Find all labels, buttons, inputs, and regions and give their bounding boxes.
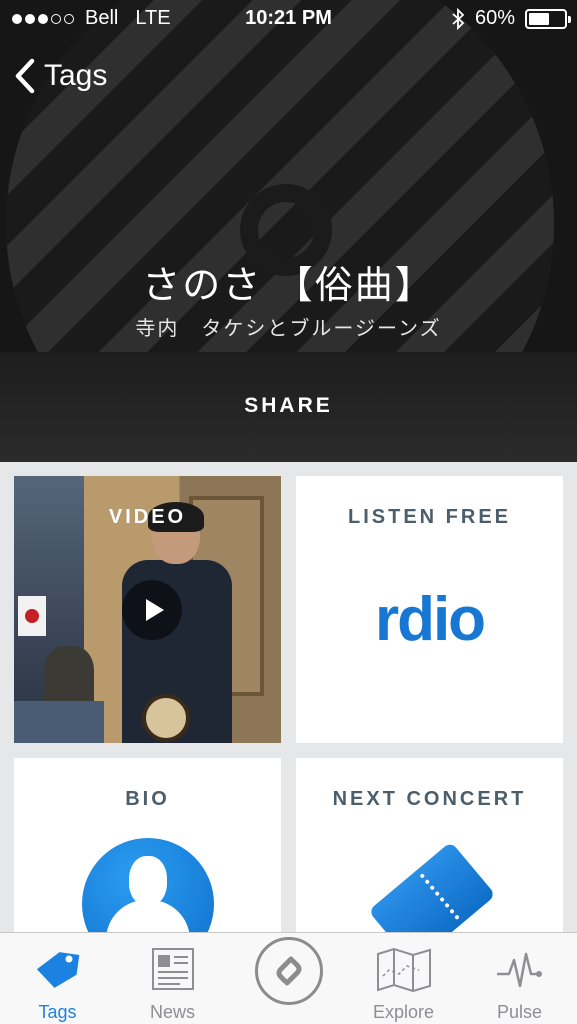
bluetooth-icon xyxy=(452,7,465,30)
tab-label: Tags xyxy=(38,1002,77,1022)
pulse-icon xyxy=(496,952,542,988)
track-header: Bell LTE 10:21 PM 60% Tags さのさ 【俗曲】 寺内 タ… xyxy=(0,0,577,462)
next-concert-tile[interactable]: NEXT CONCERT xyxy=(296,758,563,958)
chevron-left-icon xyxy=(15,58,35,94)
bio-tile[interactable]: BIO xyxy=(14,758,281,958)
track-artist: 寺内 タケシとブルージーンズ xyxy=(135,318,442,340)
tab-label: Pulse xyxy=(496,1002,543,1022)
battery-percent: 60% xyxy=(474,7,515,29)
tab-news[interactable]: News xyxy=(115,933,230,1024)
person-icon-head xyxy=(129,856,167,906)
tab-tags[interactable]: Tags xyxy=(0,933,115,1024)
play-icon[interactable] xyxy=(122,580,182,640)
shazam-icon xyxy=(254,937,323,1005)
video-thumbnail-instrument xyxy=(142,694,190,742)
video-thumbnail-doll xyxy=(44,646,94,706)
share-button[interactable]: SHARE xyxy=(0,394,577,418)
tab-label: News xyxy=(149,1002,195,1022)
video-thumbnail-table xyxy=(14,701,104,743)
bio-label: BIO xyxy=(125,788,170,810)
listen-free-tile[interactable]: LISTEN FREE rdio xyxy=(296,476,563,743)
status-bar: Bell LTE 10:21 PM 60% xyxy=(0,0,577,36)
tab-shazam[interactable] xyxy=(231,933,346,1024)
battery-fill xyxy=(529,12,550,25)
video-tile[interactable]: VIDEO xyxy=(14,476,281,743)
track-title: さのさ 【俗曲】 xyxy=(142,265,435,307)
news-icon xyxy=(151,948,194,990)
map-icon xyxy=(376,947,431,992)
back-label: Tags xyxy=(44,59,108,92)
tab-bar: Tags News Explore Pulse xyxy=(0,932,577,1024)
tab-pulse[interactable]: Pulse xyxy=(462,933,577,1024)
tag-icon xyxy=(36,952,79,988)
battery-icon xyxy=(525,8,571,29)
video-label: VIDEO xyxy=(108,506,187,528)
next-concert-label: NEXT CONCERT xyxy=(332,788,527,810)
listen-free-label: LISTEN FREE xyxy=(347,506,511,528)
rdio-logo: rdio xyxy=(374,585,486,654)
tab-label: Explore xyxy=(372,1002,435,1022)
video-thumbnail-flag xyxy=(18,596,46,636)
tab-explore[interactable]: Explore xyxy=(346,933,461,1024)
back-button[interactable]: Tags xyxy=(14,58,107,94)
